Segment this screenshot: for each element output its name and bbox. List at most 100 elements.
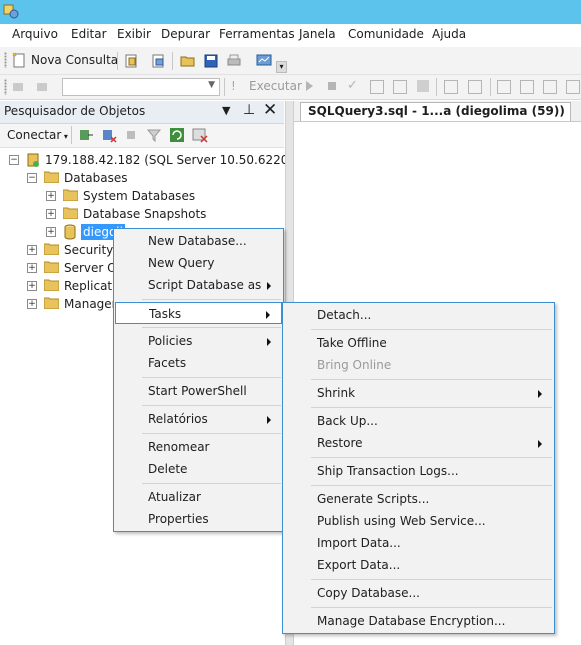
menu-item-properties[interactable]: Properties (114, 508, 283, 530)
menu-item-start-powershell[interactable]: Start PowerShell (114, 380, 283, 402)
menu-janela[interactable]: Janela (299, 27, 336, 41)
menu-item-script-database-as[interactable]: Script Database as (114, 274, 283, 296)
debug-icon[interactable] (306, 81, 313, 91)
menu-item-manage-encryption[interactable]: Manage Database Encryption... (283, 610, 554, 632)
submenu-arrow-icon (538, 440, 542, 448)
menu-item-copy-database[interactable]: Copy Database... (283, 582, 554, 604)
tree-node-database-snapshots[interactable]: + Database Snapshots (0, 205, 284, 223)
results-grid2-icon[interactable] (520, 80, 534, 94)
menu-item-delete[interactable]: Delete (114, 458, 283, 480)
parse-icon[interactable]: ✓ (347, 78, 358, 93)
print-icon[interactable] (226, 53, 242, 69)
expand-icon[interactable]: + (27, 281, 37, 291)
expand-icon[interactable]: + (27, 245, 37, 255)
menu-item-publish-web-service[interactable]: Publish using Web Service... (283, 510, 554, 532)
menu-item-refresh[interactable]: Atualizar (114, 486, 283, 508)
connect-icon[interactable] (11, 79, 27, 95)
menu-item-shrink[interactable]: Shrink (283, 382, 554, 404)
change-connection-icon[interactable] (35, 79, 51, 95)
menu-item-rename[interactable]: Renomear (114, 436, 283, 458)
comment-icon[interactable] (566, 80, 580, 94)
database-query-icon[interactable] (123, 53, 139, 69)
expand-icon[interactable]: + (46, 191, 56, 201)
menu-item-tasks[interactable]: Tasks (115, 302, 282, 324)
tree-node-management[interactable]: + Managen (0, 295, 114, 313)
disconnect-icon[interactable] (101, 127, 117, 143)
client-stats-icon[interactable] (468, 80, 482, 94)
stop-icon[interactable] (127, 131, 135, 139)
expand-icon[interactable]: + (46, 227, 56, 237)
menu-exibir[interactable]: Exibir (117, 27, 151, 41)
expand-icon[interactable]: + (27, 263, 37, 273)
connect-object-explorer-icon[interactable] (78, 127, 94, 143)
menu-item-restore[interactable]: Restore (283, 432, 554, 454)
close-icon[interactable]: ✕ (263, 100, 277, 120)
menu-item-generate-scripts[interactable]: Generate Scripts... (283, 488, 554, 510)
menu-ferramentas[interactable]: Ferramentas (219, 27, 295, 41)
results-grid-icon[interactable] (417, 80, 429, 92)
activity-icon[interactable] (192, 127, 208, 143)
menu-item-new-database[interactable]: New Database... (114, 230, 283, 252)
menu-item-policies[interactable]: Policies (114, 330, 283, 352)
menu-separator (311, 407, 552, 408)
connect-dropdown[interactable]: Conectar ▾ (7, 128, 68, 142)
refresh-icon[interactable] (169, 127, 185, 143)
tab-sqlquery3[interactable]: SQLQuery3.sql - 1...a (diegolima (59)) (300, 102, 571, 121)
tree-node-security[interactable]: + Security (0, 241, 120, 259)
menu-separator (311, 457, 552, 458)
analysis-query-icon[interactable] (150, 53, 166, 69)
database-context-menu: New Database... New Query Script Databas… (113, 228, 284, 532)
menu-item-detach[interactable]: Detach... (283, 304, 554, 326)
panel-dropdown-icon[interactable]: ▼ (222, 104, 230, 117)
activity-monitor-icon[interactable] (256, 53, 272, 69)
folder-icon (44, 243, 59, 255)
collapse-icon[interactable]: − (9, 155, 19, 165)
tree-node-databases[interactable]: − Databases (0, 169, 284, 187)
toolbar-grip[interactable] (4, 79, 7, 95)
database-icon (64, 224, 76, 240)
query-options-icon[interactable] (393, 80, 407, 94)
toolbar-overflow-chevron-icon[interactable]: ▾ (276, 61, 287, 73)
tree-node-replication[interactable]: + Replicati (0, 277, 114, 295)
menu-item-reports[interactable]: Relatórios (114, 408, 283, 430)
menu-item-take-offline[interactable]: Take Offline (283, 332, 554, 354)
menu-item-export-data[interactable]: Export Data... (283, 554, 554, 576)
menu-item-back-up[interactable]: Back Up... (283, 410, 554, 432)
menu-item-new-query[interactable]: New Query (114, 252, 283, 274)
tree-node-server-objects[interactable]: + Server Ob (0, 259, 114, 277)
save-icon[interactable] (203, 53, 219, 69)
tree-node-server[interactable]: − 179.188.42.182 (SQL Server 10.50.6220 … (0, 151, 337, 169)
open-folder-icon[interactable] (180, 53, 196, 69)
menu-editar[interactable]: Editar (71, 27, 107, 41)
execute-button[interactable]: Executar (249, 79, 302, 93)
object-explorer-toolbar: Conectar ▾ (0, 124, 284, 148)
menu-arquivo[interactable]: Arquivo (12, 27, 58, 41)
menu-comunidade[interactable]: Comunidade (348, 27, 424, 41)
folder-icon (63, 207, 78, 219)
menu-item-ship-transaction-logs[interactable]: Ship Transaction Logs... (283, 460, 554, 482)
tree-node-system-databases[interactable]: + System Databases (0, 187, 284, 205)
folder-icon (44, 297, 59, 309)
expand-icon[interactable]: + (46, 209, 56, 219)
toolbar-grip[interactable] (4, 52, 7, 68)
pin-icon[interactable]: ⊥ (243, 102, 255, 118)
toolbar-separator (172, 52, 173, 70)
collapse-icon[interactable]: − (27, 173, 37, 183)
results-text-icon[interactable] (497, 80, 511, 94)
results-file-icon[interactable] (543, 80, 557, 94)
display-plan-icon[interactable] (370, 80, 384, 94)
filter-icon[interactable] (146, 127, 162, 143)
menu-item-facets[interactable]: Facets (114, 352, 283, 374)
stop-icon[interactable] (328, 82, 336, 90)
folder-icon (44, 261, 59, 273)
expand-icon[interactable]: + (27, 299, 37, 309)
include-plan-icon[interactable] (444, 80, 458, 94)
menu-item-import-data[interactable]: Import Data... (283, 532, 554, 554)
menu-item-bring-online[interactable]: Bring Online (283, 354, 554, 376)
menu-depurar[interactable]: Depurar (161, 27, 210, 41)
standard-toolbar: Nova Consulta ▾ (0, 47, 581, 75)
tasks-submenu: Detach... Take Offline Bring Online Shri… (282, 302, 555, 634)
sql-server-app-icon (3, 4, 19, 19)
menu-ajuda[interactable]: Ajuda (432, 27, 466, 41)
database-selector[interactable]: ▼ (62, 78, 220, 96)
